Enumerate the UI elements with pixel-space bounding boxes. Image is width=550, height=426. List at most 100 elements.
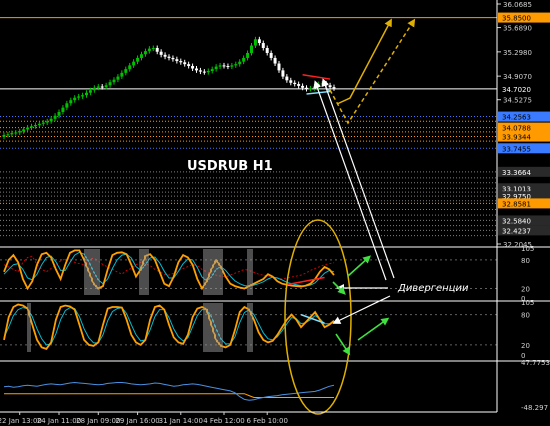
candle-body-8 [33,125,37,127]
time-tick-label-6: 6 Feb 10:00 [246,417,287,425]
candle-body-75 [297,84,301,86]
candle-body-70 [277,63,281,71]
candle-body-13 [53,115,57,119]
candle-body-19 [77,96,81,98]
candle-body-53 [210,69,214,71]
candle-body-76 [301,85,305,88]
candle-body-50 [198,70,202,72]
time-tick-label-1: 24 Jan 11:00 [37,417,81,425]
candle-body-5 [22,129,26,132]
candle-body-46 [183,62,187,65]
candle-body-26 [104,85,108,88]
candle-body-3 [14,132,18,134]
candle-body-17 [69,100,73,104]
time-tick-label-2: 28 Jan 09:00 [76,417,120,425]
candle-body-83 [328,85,332,88]
candle-body-0 [2,134,6,137]
candle-body-56 [222,65,226,67]
candle-body-79 [312,86,316,89]
candle-body-59 [234,64,238,66]
candle-body-7 [30,126,33,128]
price-label-4: 33.9344 [502,134,531,142]
candle-body-30 [120,72,124,77]
candle-body-41 [163,54,167,57]
price-tick-label-3: 34.9070 [503,73,532,81]
candle-body-71 [281,70,285,77]
candle-body-48 [191,66,195,69]
price-chart[interactable]: 10580200 10580200 47.7753-48.297 36.0685… [0,0,550,426]
candle-body-64 [253,39,257,46]
candle-body-44 [175,59,179,62]
candle-body-72 [285,76,289,81]
candle-body-14 [57,111,61,116]
osc1-tick-2: 20 [521,285,530,293]
candle-body-78 [308,88,312,90]
price-label-9: 32.8581 [502,200,531,208]
candle-body-58 [230,65,234,67]
candle-body-4 [18,131,22,133]
candle-body-18 [73,97,77,101]
candle-body-11 [45,121,49,123]
candle-body-74 [293,82,297,85]
candle-body-68 [269,52,273,58]
candle-body-81 [320,83,324,85]
price-label-11: 32.4237 [502,227,531,235]
price-tick-label-4: 34.5275 [503,97,532,105]
candle-body-57 [226,66,230,68]
candle-body-24 [96,86,100,88]
candle-body-73 [289,80,293,83]
osc3-tick-0: 47.7753 [521,359,550,367]
time-tick-label-5: 4 Feb 12:00 [203,417,244,425]
candle-body-52 [206,70,210,73]
candle-body-32 [128,65,132,70]
candle-body-6 [26,127,30,130]
price-tick-label-0: 36.0685 [503,1,532,9]
candle-body-65 [257,39,261,44]
candle-body-21 [85,92,88,96]
candle-body-34 [136,57,140,62]
osc2-tick-0: 105 [521,299,534,307]
osc2-tick-1: 80 [521,312,530,320]
price-tick-label-1: 35.6890 [503,25,532,33]
candle-body-22 [88,90,92,93]
candle-body-10 [41,122,45,124]
candle-body-9 [37,123,41,126]
price-tick-label-2: 35.2980 [503,49,532,57]
candle-body-77 [305,87,308,89]
candle-body-62 [246,52,250,58]
candle-body-16 [65,103,69,108]
candle-body-27 [108,82,112,86]
candle-body-37 [147,48,151,52]
candle-body-33 [132,61,136,66]
candle-body-1 [6,134,10,136]
candle-body-47 [187,64,191,67]
candle-body-43 [171,57,175,60]
candle-body-45 [179,61,183,63]
price-label-5: 33.7455 [502,145,531,153]
candle-body-51 [202,71,206,73]
candle-body-63 [250,45,253,53]
candle-body-20 [81,95,85,97]
divergence-label: Дивергенции [397,283,469,294]
candle-body-23 [92,87,96,91]
candle-body-29 [116,76,120,80]
osc1-tick-1: 80 [521,257,530,265]
price-label-3: 34.0788 [502,125,531,133]
candle-body-67 [265,48,269,53]
price-label-6: 33.3664 [502,169,531,177]
candle-body-12 [49,118,53,122]
candle-body-61 [242,57,246,62]
price-label-1: 34.7020 [502,86,531,94]
candle-body-69 [273,57,277,64]
candle-body-15 [61,107,65,112]
time-tick-label-4: 31 Jan 14:00 [159,417,203,425]
candle-body-25 [100,86,104,88]
candle-body-66 [261,43,265,49]
candle-body-49 [195,68,198,71]
candle-body-60 [238,61,242,65]
candle-body-42 [167,56,171,58]
candle-body-39 [155,48,159,52]
price-label-2: 34.2563 [502,114,531,122]
price-tick-label-5: 32.2045 [503,241,532,249]
time-tick-label-0: 22 Jan 13:00 [0,417,42,425]
